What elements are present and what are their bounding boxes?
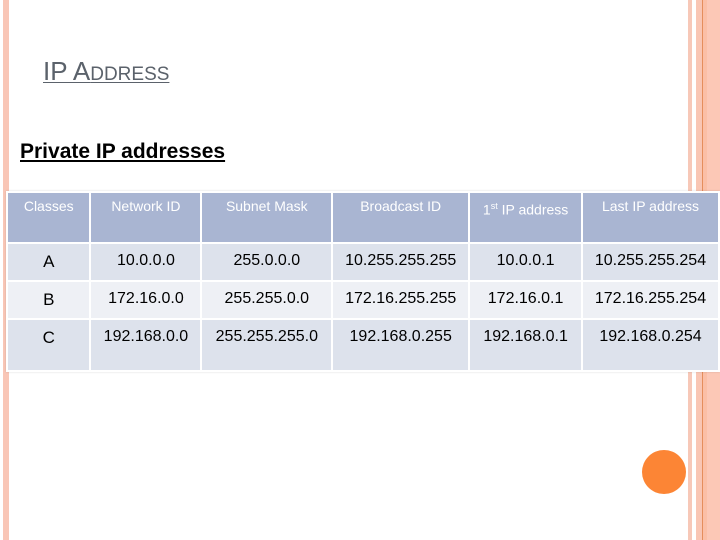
slide-subtitle: Private IP addresses [20,140,226,163]
cell-first-ip: 192.168.0.1 [470,320,581,370]
cell-class: B [8,282,90,318]
cell-last-ip: 10.255.255.254 [582,244,718,280]
decorative-orange-circle-icon [642,450,686,494]
header-classes: Classes [8,193,90,242]
cell-subnet-mask: 255.0.0.0 [202,244,332,280]
table-row: A 10.0.0.0 255.0.0.0 10.255.255.255 10.0… [8,244,718,280]
cell-broadcast-id: 10.255.255.255 [333,244,469,280]
cell-class: A [8,244,90,280]
slide-title-first: IP A [43,56,91,86]
header-first-ip: 1st IP address [470,193,581,242]
cell-first-ip: 10.0.0.1 [470,244,581,280]
cell-network-id: 192.168.0.0 [91,320,201,370]
cell-last-ip: 172.16.255.254 [582,282,718,318]
header-last-ip: Last IP address [582,193,718,242]
slide-title-rest: DDRESS [90,64,170,85]
slide-title: IP ADDRESS [43,56,169,87]
cell-first-ip: 172.16.0.1 [470,282,581,318]
cell-subnet-mask: 255.255.255.0 [202,320,332,370]
cell-broadcast-id: 172.16.255.255 [333,282,469,318]
cell-broadcast-id: 192.168.0.255 [333,320,469,370]
table-header-row: Classes Network ID Subnet Mask Broadcast… [8,193,718,242]
header-first-ip-sup: st [490,201,498,211]
table-row: C 192.168.0.0 255.255.255.0 192.168.0.25… [8,320,718,370]
cell-subnet-mask: 255.255.0.0 [202,282,332,318]
header-subnet-mask: Subnet Mask [202,193,332,242]
cell-network-id: 172.16.0.0 [91,282,201,318]
header-network-id: Network ID [91,193,201,242]
cell-network-id: 10.0.0.0 [91,244,201,280]
cell-class: C [8,320,90,370]
header-first-ip-num: 1 [482,201,491,218]
cell-last-ip: 192.168.0.254 [582,320,718,370]
private-ip-table: Classes Network ID Subnet Mask Broadcast… [6,191,720,372]
header-first-ip-rest: IP address [497,201,569,218]
header-broadcast-id: Broadcast ID [333,193,469,242]
table-row: B 172.16.0.0 255.255.0.0 172.16.255.255 … [8,282,718,318]
